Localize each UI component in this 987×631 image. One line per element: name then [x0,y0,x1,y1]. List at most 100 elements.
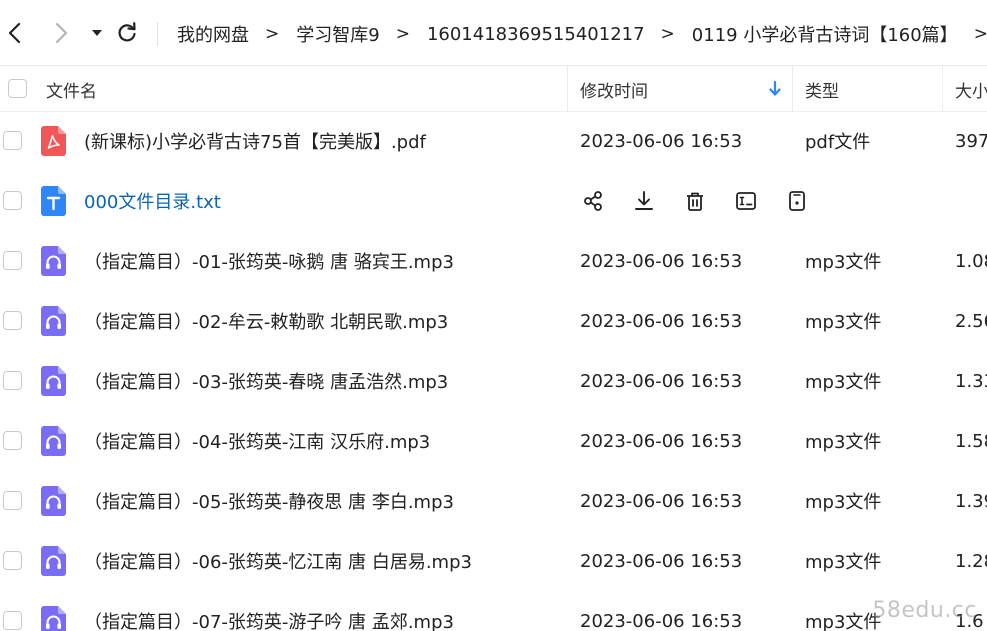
file-row[interactable]: （指定篇目）-03-张筠英-春晓 唐孟浩然.mp3 2023-06-06 16:… [0,351,987,411]
file-row[interactable]: （指定篇目）-04-张筠英-江南 汉乐府.mp3 2023-06-06 16:5… [0,411,987,471]
delete-icon [687,192,703,211]
pdf-file-icon [41,126,66,156]
sort-descending-icon[interactable] [768,80,782,102]
file-size: 2.56 [955,310,987,332]
file-size: 397 [955,130,987,152]
audio-file-icon [41,246,66,276]
file-size: 1.08 [955,250,987,272]
breadcrumb-item-id-folder[interactable]: 1601418369515401217 [425,24,647,45]
caret-down-icon [92,30,102,36]
file-type: mp3文件 [805,492,882,513]
file-size: 1.58 [955,430,987,452]
audio-file-icon [41,426,66,456]
file-row[interactable]: （指定篇目）-02-牟云-敕勒歌 北朝民歌.mp3 2023-06-06 16:… [0,291,987,351]
file-size: 1.28 [955,550,987,572]
history-dropdown-button[interactable] [84,20,110,46]
breadcrumb-item-current[interactable]: 0119 小学必背古诗词【160篇】 [690,21,960,47]
txt-file-icon [41,186,66,216]
file-name[interactable]: （指定篇目）-06-张筠英-忆江南 唐 白居易.mp3 [84,531,472,591]
file-type: mp3文件 [805,312,882,333]
file-size: 1.39 [955,490,987,512]
file-type: mp3文件 [805,252,882,273]
rename-button[interactable] [731,186,761,216]
rename-icon [736,192,756,210]
refresh-icon [118,22,136,42]
row-actions [578,186,833,216]
column-divider[interactable] [567,66,568,112]
breadcrumb: 我的网盘 > 学习智库9 > 1601418369515401217 > 011… [175,18,987,50]
file-name[interactable]: （指定篇目）-05-张筠英-静夜思 唐 李白.mp3 [84,471,454,531]
file-name[interactable]: （指定篇目）-01-张筠英-咏鹅 唐 骆宾王.mp3 [84,231,454,291]
breadcrumb-item-root[interactable]: 我的网盘 [175,21,251,47]
file-name[interactable]: （指定篇目）-04-张筠英-江南 汉乐府.mp3 [84,411,430,471]
delete-button[interactable] [680,186,710,216]
file-modified-time: 2023-06-06 16:53 [580,310,743,332]
file-name[interactable]: (新课标)小学必背古诗75首【完美版】.pdf [84,111,426,171]
file-modified-time: 2023-06-06 16:53 [580,430,743,452]
audio-file-icon [41,546,66,576]
watermark-text: 58edu.cc [872,598,977,623]
breadcrumb-separator-icon: > [660,24,675,44]
breadcrumb-separator-icon: > [265,24,280,44]
file-name[interactable]: （指定篇目）-07-张筠英-游子吟 唐 孟郊.mp3 [84,591,454,631]
row-checkbox[interactable] [3,491,22,510]
row-checkbox[interactable] [3,431,22,450]
row-checkbox[interactable] [3,191,22,210]
breadcrumb-item-library[interactable]: 学习智库9 [294,21,381,47]
row-checkbox[interactable] [3,311,22,330]
file-type: mp3文件 [805,372,882,393]
row-checkbox[interactable] [3,611,22,630]
chevron-right-icon [55,22,68,44]
share-button[interactable] [578,186,608,216]
audio-file-icon [41,606,66,631]
file-name[interactable]: （指定篇目）-02-牟云-敕勒歌 北朝民歌.mp3 [84,291,448,351]
download-icon [635,191,653,210]
file-modified-time: 2023-06-06 16:53 [580,250,743,272]
row-checkbox[interactable] [3,371,22,390]
column-divider[interactable] [792,66,793,112]
file-list-header: 文件名 修改时间 类型 大小 [0,66,987,112]
file-row[interactable]: （指定篇目）-06-张筠英-忆江南 唐 白居易.mp3 2023-06-06 1… [0,531,987,591]
chevron-left-icon [8,22,21,44]
breadcrumb-separator-icon: > [395,24,410,44]
share-icon [584,191,602,211]
file-row-hovered[interactable]: 000文件目录.txt [0,171,987,231]
file-row[interactable]: （指定篇目）-05-张筠英-静夜思 唐 李白.mp3 2023-06-06 16… [0,471,987,531]
forward-button[interactable] [48,20,74,46]
file-row[interactable]: （指定篇目）-01-张筠英-咏鹅 唐 骆宾王.mp3 2023-06-06 16… [0,231,987,291]
audio-file-icon [41,486,66,516]
file-type: mp3文件 [805,612,882,631]
file-name-link[interactable]: 000文件目录.txt [84,171,221,231]
file-modified-time: 2023-06-06 16:53 [580,610,743,631]
breadcrumb-separator-icon: > [973,24,987,44]
column-header-type[interactable]: 类型 [805,66,925,112]
row-checkbox[interactable] [3,251,22,270]
toolbar: 我的网盘 > 学习智库9 > 1601418369515401217 > 011… [0,0,987,66]
column-divider[interactable] [942,66,943,112]
more-button[interactable] [782,186,812,216]
back-button[interactable] [2,20,28,46]
refresh-button[interactable] [114,20,140,46]
file-type: mp3文件 [805,432,882,453]
file-modified-time: 2023-06-06 16:53 [580,490,743,512]
more-icon [789,191,805,211]
file-row[interactable]: （指定篇目）-07-张筠英-游子吟 唐 孟郊.mp3 2023-06-06 16… [0,591,987,631]
file-type: mp3文件 [805,552,882,573]
column-header-name[interactable]: 文件名 [46,66,546,112]
toolbar-divider [157,22,158,46]
column-header-size[interactable]: 大小 [955,66,987,112]
audio-file-icon [41,366,66,396]
file-type: pdf文件 [805,132,871,153]
file-modified-time: 2023-06-06 16:53 [580,550,743,572]
select-all-checkbox[interactable] [8,79,27,98]
download-button[interactable] [629,186,659,216]
file-size: 1.33 [955,370,987,392]
audio-file-icon [41,306,66,336]
row-checkbox[interactable] [3,131,22,150]
file-modified-time: 2023-06-06 16:53 [580,130,743,152]
file-row[interactable]: (新课标)小学必背古诗75首【完美版】.pdf 2023-06-06 16:53… [0,111,987,171]
column-header-modified[interactable]: 修改时间 [580,66,760,112]
row-checkbox[interactable] [3,551,22,570]
file-modified-time: 2023-06-06 16:53 [580,370,743,392]
file-name[interactable]: （指定篇目）-03-张筠英-春晓 唐孟浩然.mp3 [84,351,448,411]
